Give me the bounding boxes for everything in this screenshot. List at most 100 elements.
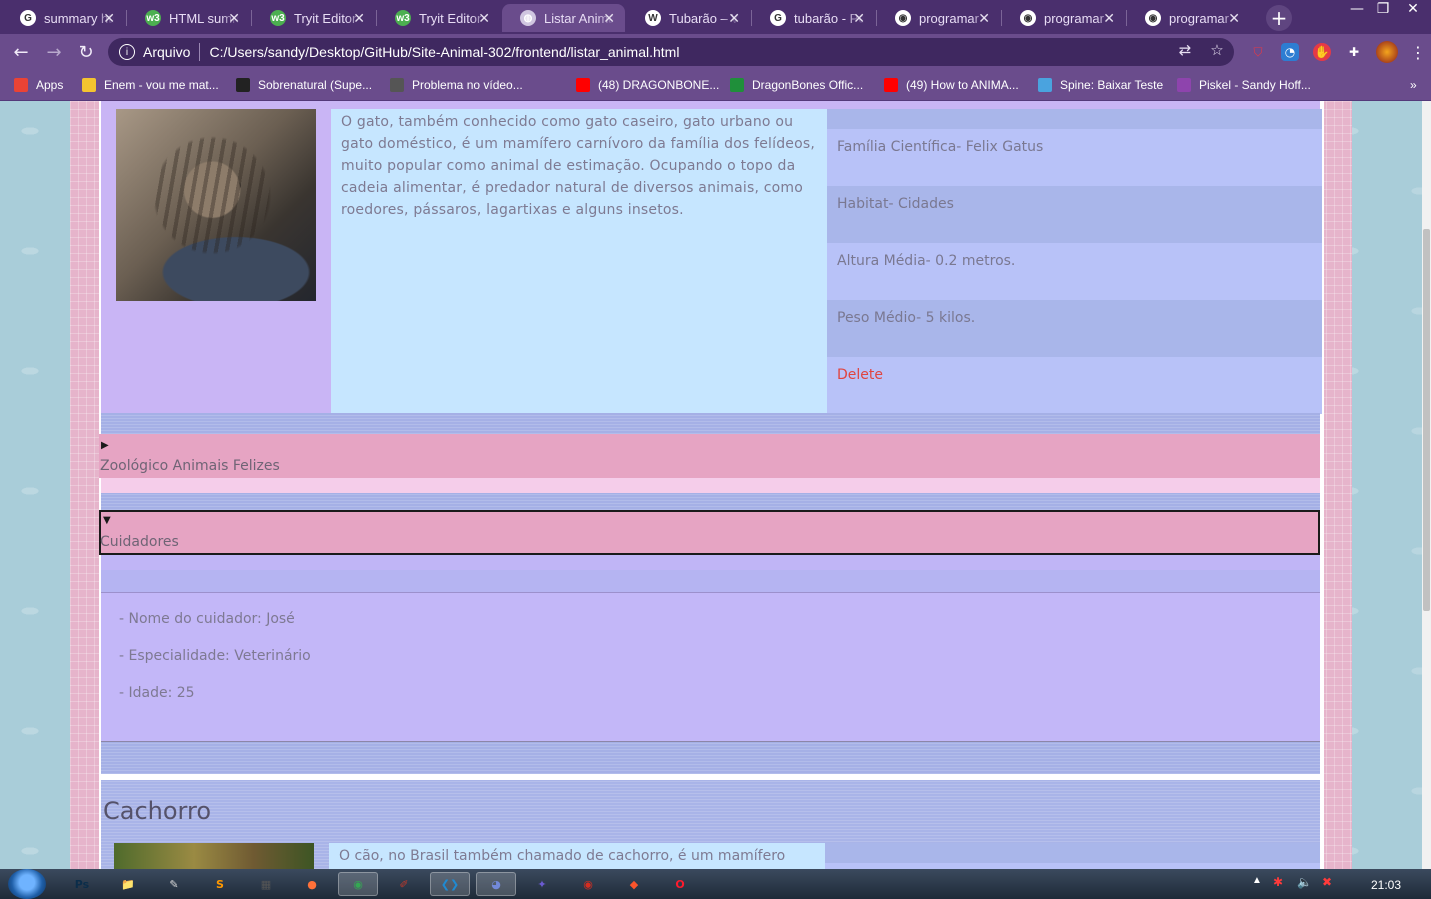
expand-arrow-icon[interactable]: ▶ [101,440,109,451]
bookmark-label: Piskel - Sandy Hoff... [1199,78,1311,92]
tab-0[interactable]: Gsummary html✕ [2,4,125,32]
translate-icon[interactable]: ⇄ [1176,41,1194,59]
shield-extension-icon[interactable]: ⛉ [1249,43,1267,61]
firefox-icon[interactable]: ● [292,872,332,896]
cuidadores-summary[interactable]: Cuidadores [100,534,179,550]
delete-link[interactable]: Delete [827,357,1322,414]
bookmark-label: Enem - vou me mat... [104,78,219,92]
more-bookmarks-icon[interactable]: » [1410,76,1417,94]
tray-expand-icon[interactable]: ▲ [1252,875,1262,886]
menu-kebab-icon[interactable]: ⋮ [1409,43,1427,62]
tab-8[interactable]: ◉ programar ✕ [1002,4,1125,32]
bookmark-2[interactable]: Sobrenatural (Supe... [236,76,372,94]
panel-strip [101,555,1320,570]
avatar[interactable] [1376,41,1398,63]
minimize-icon[interactable]: — [1344,0,1370,18]
start-button[interactable] [8,869,46,899]
close-tab-icon[interactable]: ✕ [228,10,240,27]
tab-4[interactable]: ◍ Listar Animal ✕ [502,4,625,32]
close-tab-icon[interactable]: ✕ [1228,10,1240,27]
bookmark-6[interactable]: (49) How to ANIMA... [884,76,1019,94]
github-icon: ◉ [1145,10,1161,26]
scrollbar-thumb[interactable] [1423,229,1430,611]
tab-separator [1001,10,1002,26]
close-tab-icon[interactable]: ✕ [353,10,365,27]
piskel-icon [1177,78,1191,92]
zoologico-summary[interactable]: Zoológico Animais Felizes [100,458,280,474]
clock[interactable]: 21:03 [1371,878,1401,892]
bookmark-1[interactable]: Enem - vou me mat... [82,76,219,94]
bookmarks-bar: Apps Enem - vou me mat... Sobrenatural (Su… [0,70,1431,101]
close-tab-icon[interactable]: ✕ [603,10,615,27]
animal-name-cachorro: Cachorro [103,797,212,825]
close-tab-icon[interactable]: ✕ [103,10,115,27]
address-bar[interactable]: i Arquivo C:/Users/sandy/Desktop/GitHub/… [108,38,1234,66]
new-tab-button[interactable]: + [1266,5,1292,31]
tab-1[interactable]: w3HTML summary✕ [127,4,250,32]
info-icon[interactable]: i [119,44,135,60]
tab-9[interactable]: ◉ programar ✕ [1127,4,1250,32]
close-tab-icon[interactable]: ✕ [728,10,740,27]
cuidadores-details[interactable]: ▼ Cuidadores [99,510,1320,555]
note-icon[interactable]: ✎ [154,872,194,896]
tab-6[interactable]: Gtubarão - Pesquisa✕ [752,4,875,32]
address-url[interactable]: C:/Users/sandy/Desktop/GitHub/Site-Anima… [209,44,679,60]
close-tab-icon[interactable]: ✕ [478,10,490,27]
close-tab-icon[interactable]: ✕ [1103,10,1115,27]
github-icon: ◉ [895,10,911,26]
paint-icon[interactable]: ✐ [384,872,424,896]
bookmark-8[interactable]: Piskel - Sandy Hoff... [1177,76,1311,94]
vscode-icon[interactable]: ❮❯ [430,872,470,896]
puzzle-extensions-icon[interactable]: ✚ [1345,43,1363,61]
page-scrollbar[interactable] [1422,101,1431,869]
discord-icon[interactable]: ◕ [476,872,516,896]
hand-extension-icon[interactable]: ✋ [1313,43,1331,61]
sublime-icon[interactable]: S [200,872,240,896]
brave-icon[interactable]: ◆ [614,872,654,896]
record-icon[interactable]: ◉ [568,872,608,896]
bookmark-4[interactable]: (48) DRAGONBONE... [576,76,719,94]
bookmark-3[interactable]: Problema no vídeo... [390,76,523,94]
tab-5[interactable]: WTubarão – Wikipédia✕ [627,4,750,32]
tab-2[interactable]: w3 Tryit Editor ✕ [252,4,375,32]
w3schools-icon: w3 [270,10,286,26]
owl-extension-icon[interactable]: ◔ [1281,43,1299,61]
close-tab-icon[interactable]: ✕ [978,10,990,27]
caretaker-age: - Idade: 25 [119,685,195,701]
dog-facts [825,843,1320,869]
network-alert-icon[interactable]: ✖ [1322,875,1332,889]
tab-separator [126,10,127,26]
animal-facts: Família Científica- Felix Gatus Habitat-… [827,109,1322,414]
close-tab-icon[interactable]: ✕ [853,10,865,27]
calculator-icon[interactable]: ▦ [246,872,286,896]
sf-icon [236,78,250,92]
page-viewport: O gato, também conhecido como gato casei… [0,101,1422,869]
antivirus-icon[interactable]: ✱ [1273,875,1283,889]
browser-toolbar: ← → ↻ i Arquivo C:/Users/sandy/Desktop/G… [0,34,1431,70]
collapse-arrow-icon[interactable]: ▼ [103,515,111,526]
forward-icon[interactable]: → [42,40,66,64]
volume-icon[interactable]: 🔈 [1297,875,1312,889]
bookmark-star-icon[interactable]: ☆ [1208,41,1226,59]
photoshop-icon[interactable]: Ps [62,872,102,896]
bookmark-label: DragonBones Offic... [752,78,864,92]
explorer-icon[interactable]: 📁 [108,872,148,896]
fact-familia: Família Científica- Felix Gatus [827,129,1322,186]
fact-habitat: Habitat- Cidades [827,186,1322,243]
youtube-icon [576,78,590,92]
bookmark-5[interactable]: DragonBones Offic... [730,76,863,94]
dragonbones-icon [730,78,744,92]
restore-icon[interactable]: ❐ [1370,0,1396,18]
tab-3[interactable]: w3 Tryit Editor ✕ [377,4,500,32]
back-icon[interactable]: ← [9,40,33,64]
chrome-icon[interactable]: ◉ [338,872,378,896]
google-icon: G [20,10,36,26]
reload-icon[interactable]: ↻ [74,40,98,64]
tab-7[interactable]: ◉ programar ✕ [877,4,1000,32]
bookmark-0[interactable]: Apps [14,76,63,94]
opera-icon[interactable]: O [660,872,700,896]
zoologico-details[interactable]: ▶ Zoológico Animais Felizes [99,434,1320,478]
tool-icon[interactable]: ✦ [522,872,562,896]
close-window-icon[interactable]: ✕ [1400,0,1426,18]
bookmark-7[interactable]: Spine: Baixar Teste [1038,76,1163,94]
